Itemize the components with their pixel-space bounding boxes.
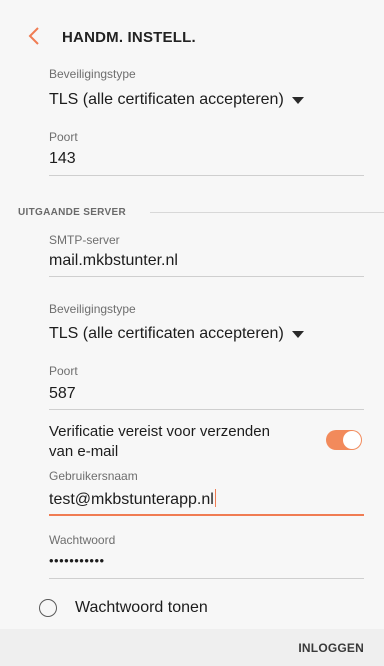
- incoming-port-input[interactable]: 143: [49, 150, 76, 168]
- page-title: HANDM. INSTELL.: [62, 29, 196, 46]
- password-underline: [49, 578, 364, 579]
- auth-required-label-line1: Verificatie vereist voor verzenden: [49, 423, 270, 440]
- outgoing-port-label: Poort: [49, 364, 78, 378]
- smtp-server-label: SMTP-server: [49, 233, 120, 247]
- text-cursor: [214, 489, 216, 507]
- app-header: HANDM. INSTELL.: [0, 0, 384, 56]
- incoming-port-label: Poort: [49, 130, 78, 144]
- incoming-security-select[interactable]: TLS (alle certificaten accepteren): [49, 91, 304, 109]
- show-password-label[interactable]: Wachtwoord tonen: [75, 599, 208, 617]
- outgoing-security-label: Beveiligingstype: [49, 302, 136, 316]
- username-underline: [49, 514, 364, 516]
- auth-required-label: Verificatie vereist voor verzenden van e…: [49, 422, 270, 462]
- password-input[interactable]: •••••••••••: [49, 553, 105, 568]
- smtp-server-input[interactable]: mail.mkbstunter.nl: [49, 252, 178, 270]
- dropdown-arrow-icon: [291, 96, 304, 104]
- auth-required-label-line2: van e-mail: [49, 443, 119, 460]
- show-password-radio[interactable]: [39, 599, 57, 617]
- section-divider: [150, 212, 384, 213]
- auth-required-toggle[interactable]: [326, 430, 362, 450]
- username-input[interactable]: test@mkbstunterapp.nl: [49, 489, 216, 509]
- incoming-security-value: TLS (alle certificaten accepteren): [49, 91, 284, 108]
- outgoing-port-underline: [49, 409, 364, 410]
- chevron-left-icon[interactable]: [28, 26, 40, 46]
- username-value: test@mkbstunterapp.nl: [49, 491, 214, 508]
- incoming-port-underline: [49, 175, 364, 176]
- username-label: Gebruikersnaam: [49, 469, 138, 483]
- smtp-server-underline: [49, 276, 364, 277]
- toggle-knob: [343, 431, 361, 449]
- bottom-action-bar: INLOGGEN: [0, 629, 384, 666]
- section-title-outgoing-server: UITGAANDE SERVER: [18, 207, 126, 218]
- outgoing-security-select[interactable]: TLS (alle certificaten accepteren): [49, 325, 304, 343]
- password-label: Wachtwoord: [49, 533, 116, 547]
- dropdown-arrow-icon: [291, 330, 304, 338]
- incoming-security-label: Beveiligingstype: [49, 67, 136, 81]
- login-button[interactable]: INLOGGEN: [298, 641, 364, 655]
- outgoing-security-value: TLS (alle certificaten accepteren): [49, 325, 284, 342]
- outgoing-port-input[interactable]: 587: [49, 385, 76, 403]
